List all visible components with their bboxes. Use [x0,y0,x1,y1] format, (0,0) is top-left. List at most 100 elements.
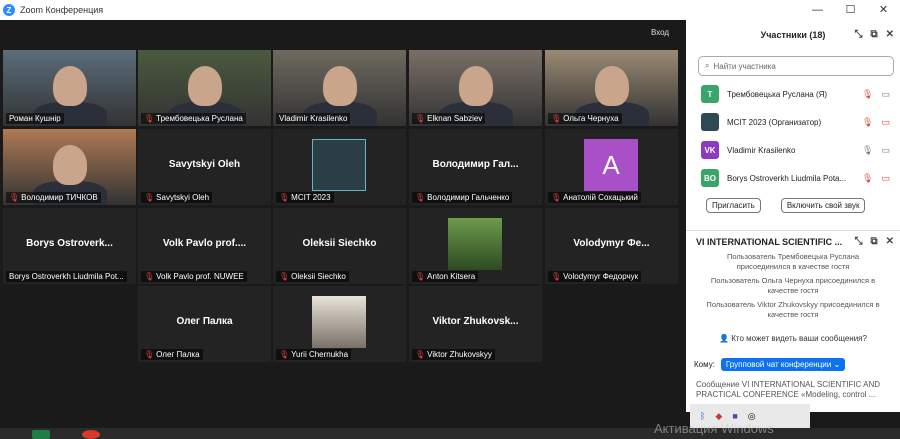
mic-muted-icon: 🎙 [279,193,290,202]
participant-name: MCIT 2023 [291,193,331,202]
camera-icon[interactable]: ▭ [881,173,890,184]
minimize-button[interactable]: — [801,0,834,20]
collapse-icon[interactable]: ⤡ [854,29,862,40]
participant-tile[interactable]: 🎙 Yurii Chernukha [273,286,406,362]
search-icon: ⌕ [705,61,710,70]
mic-muted-icon: 🎙 [144,272,155,281]
chat-header: VI INTERNATIONAL SCIENTIFIC ... ⤡ ⧉ ✕ [686,230,900,252]
window-title: Zoom Конференция [20,5,104,15]
participants-header: Участники (18) ⤡ ⧉ ✕ [686,20,900,50]
person-silhouette [53,145,87,185]
close-button[interactable]: ✕ [867,0,900,20]
participant-display-name: Viktor Zhukovsk... [432,316,519,327]
close-icon[interactable]: ✕ [886,236,894,247]
participant-tile[interactable]: 🎙 Elknan Sabziev [409,50,542,126]
participant-name-label: 🎙 MCIT 2023 [276,192,334,203]
title-bar: Z Zoom Конференция — ☐ ✕ [0,0,900,20]
microphone-icon[interactable]: 🎙 [862,145,873,156]
invite-button[interactable]: Пригласить [706,198,761,213]
avatar: T [701,85,719,103]
chat-compose-input[interactable]: Сообщение VI INTERNATIONAL SCIENTIFIC AN… [696,380,894,400]
participant-name-label: 🎙 Savytskyi Oleh [141,192,213,203]
participant-name-label: 🎙 Ольга Чернуха [548,113,622,124]
participant-display-name: Володимир Гал... [432,159,519,170]
participant-tile[interactable]: Volk Pavlo prof.... 🎙 Volk Pavlo prof. NUW… [138,208,271,284]
participant-name-label: Borys Ostroverkh Liudmila Pot... [6,271,127,282]
participant-tile[interactable]: Олег Палка 🎙 Олег Палка [138,286,271,362]
maximize-button[interactable]: ☐ [834,0,867,20]
participant-tile[interactable]: A 🎙 Анатолій Сохацький [545,129,678,205]
view-button[interactable]: Вход [651,28,669,37]
participant-name-label: 🎙 Володимир ТИЧКОВ [6,192,101,203]
mcit-logo-icon [312,139,366,191]
people-icon: 👤 [719,334,729,343]
participant-name-label: 🎙 Yurii Chernukha [276,349,352,360]
headset-icon[interactable]: ◎ [748,411,756,422]
antivirus-icon[interactable]: ◆ [715,411,722,422]
participant-tile[interactable]: Володимир Гал... 🎙 Володимир Гальченко [409,129,542,205]
microphone-icon[interactable]: 🎙 [862,117,873,128]
unmute-self-button[interactable]: Включить свой звук [780,198,866,213]
mic-muted-icon: 🎙 [551,272,562,281]
participant-tile[interactable]: Oleksii Siechko 🎙 Oleksii Siechko [273,208,406,284]
participant-name-label: Роман Кушнір [6,113,64,124]
participant-row[interactable]: T Трембовецька Руслана (Я) 🎙 ▭ [686,80,900,108]
participant-tile[interactable]: 🎙 Трембовецька Руслана [138,50,271,126]
participant-tile[interactable]: Vladimir Krasilenko [273,50,406,126]
chrome-taskbar-icon[interactable] [82,430,100,439]
participant-tile[interactable]: 🎙 Ольга Чернуха [545,50,678,126]
participant-tile[interactable]: Роман Кушнір [3,50,136,126]
participant-tile[interactable]: 🎙 MCIT 2023 [273,129,406,205]
chat-message: Пользователь Трембовецька Руслана присое… [726,252,860,271]
mic-muted-icon: 🎙 [144,193,155,202]
participant-row[interactable]: VK Vladimir Krasilenko 🎙 ▭ [686,136,900,164]
microphone-icon[interactable]: 🎙 [862,89,873,100]
participant-row[interactable]: MCIT 2023 (Организатор) 🎙 ▭ [686,108,900,136]
message-visibility-link[interactable]: 👤 Кто может видеть ваши сообщения? [686,334,900,343]
close-icon[interactable]: ✕ [886,29,894,40]
participant-row[interactable]: BO Borys Ostroverkh Liudmila Pota... 🎙 ▭ [686,164,900,192]
mic-muted-icon: 🎙 [415,114,426,123]
recipient-dropdown[interactable]: Групповой чат конференции ⌄ [720,358,846,371]
mic-muted-icon: 🎙 [415,350,426,359]
participant-name: Yurii Chernukha [291,350,349,359]
app-icon[interactable]: ■ [732,411,737,421]
participant-search-input[interactable]: ⌕ Найти участника [698,56,894,76]
camera-icon[interactable]: ▭ [881,145,890,156]
participant-name-label: 🎙 Oleksii Siechko [276,271,349,282]
participant-name: Volodymyr Федорчук [563,272,639,281]
camera-icon[interactable]: ▭ [881,117,890,128]
participant-name: Viktor Zhukovskyy [427,350,492,359]
participant-name-label: 🎙 Volk Pavlo prof. NUWEE [141,271,247,282]
microphone-icon[interactable]: 🎙 [862,173,873,184]
person-silhouette [459,66,493,106]
bluetooth-icon[interactable]: ᛒ [700,411,705,421]
participant-display-name: Borys Ostroverk... [26,238,113,249]
participant-name-label: 🎙 Володимир Гальченко [412,192,513,203]
participant-tile[interactable]: Viktor Zhukovsk... 🎙 Viktor Zhukovskyy [409,286,542,362]
participant-tile[interactable]: 🎙 Anton Kitsera [409,208,542,284]
popout-icon[interactable]: ⧉ [870,236,877,247]
popout-icon[interactable]: ⧉ [870,29,877,40]
participant-name: Роман Кушнір [9,114,61,123]
search-placeholder: Найти участника [713,61,776,71]
participant-tile[interactable]: Volodymyr Фе... 🎙 Volodymyr Федорчук [545,208,678,284]
chat-recipient: Кому: Групповой чат конференции ⌄ [694,358,846,371]
camera-icon[interactable]: ▭ [881,89,890,100]
mic-muted-icon: 🎙 [9,193,20,202]
participant-name: Володимир Гальченко [427,193,510,202]
mic-muted-icon: 🎙 [279,350,290,359]
collapse-icon[interactable]: ⤡ [854,236,862,247]
participant-tile[interactable]: 🎙 Володимир ТИЧКОВ [3,129,136,205]
excel-taskbar-icon[interactable] [32,430,50,439]
participant-tile[interactable]: Borys Ostroverk... Borys Ostroverkh Liudm… [3,208,136,284]
participant-name: Володимир ТИЧКОВ [21,193,98,202]
participant-row-name: Vladimir Krasilenko [727,145,796,155]
participant-display-name: Олег Палка [176,316,233,327]
participant-tile[interactable]: Savytskyi Oleh 🎙 Savytskyi Oleh [138,129,271,205]
chat-title: VI INTERNATIONAL SCIENTIFIC ... [696,236,843,247]
profile-photo [448,218,502,270]
mic-muted-icon: 🎙 [415,193,426,202]
chat-message: Пользователь Ольга Чернуха присоединился… [710,276,876,295]
participant-name-label: 🎙 Viktor Zhukovskyy [412,349,495,360]
